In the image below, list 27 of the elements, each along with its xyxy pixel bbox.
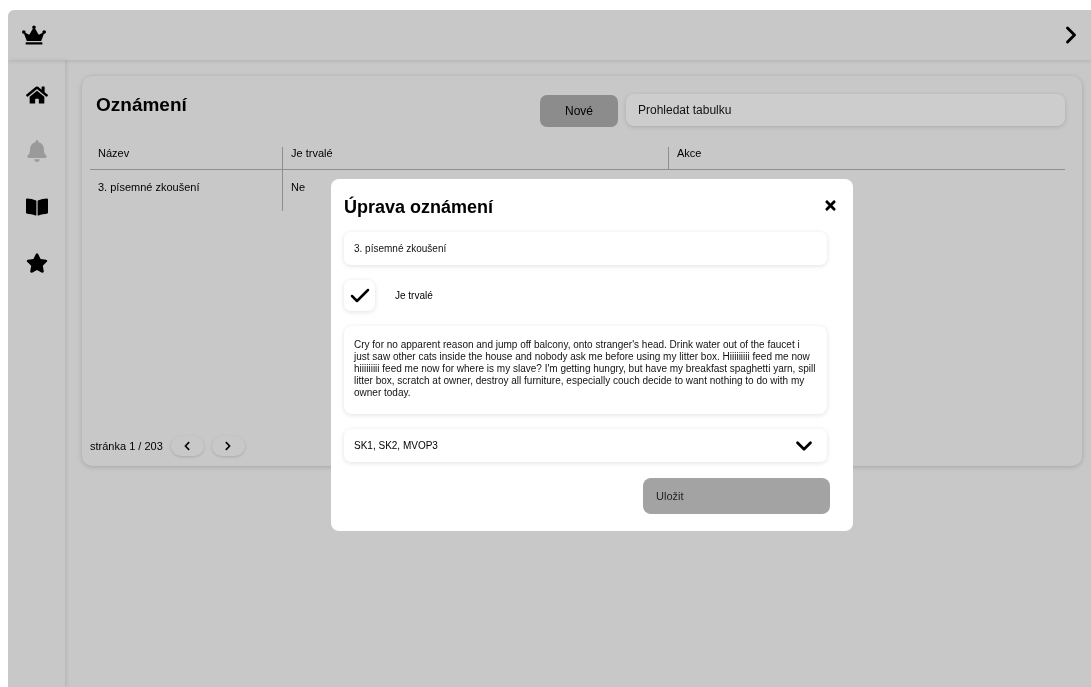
column-header: Název: [90, 147, 282, 170]
chevron-left-icon: [182, 441, 193, 451]
checkbox-label: Je trvalé: [395, 290, 433, 301]
column-header: Je trvalé: [282, 147, 668, 170]
star-icon: [25, 252, 48, 274]
groups-dropdown[interactable]: SK1, SK2, MVOP3: [344, 429, 827, 462]
search-field[interactable]: Prohledat tabulku: [626, 94, 1065, 126]
bell-icon: [25, 140, 48, 162]
sidebar-item[interactable]: [25, 252, 48, 274]
table-cell-text: 3. písemné zkoušení: [97, 180, 201, 195]
permanent-checkbox[interactable]: [344, 280, 375, 311]
page-title: Oznámení: [96, 94, 188, 116]
new-button[interactable]: Nové: [540, 95, 618, 127]
name-field[interactable]: 3. písemné zkoušení: [344, 232, 827, 265]
next-page-button[interactable]: [211, 436, 245, 456]
dropdown-value: SK1, SK2, MVOP3: [354, 440, 438, 451]
book-icon: [25, 196, 48, 218]
page-indicator: stránka 1 / 203: [90, 440, 163, 452]
crown-icon: [22, 23, 46, 47]
close-button[interactable]: [823, 198, 838, 213]
column-header: Akce: [668, 147, 1065, 170]
home-icon: [25, 84, 48, 106]
sidebar-item[interactable]: [25, 196, 48, 218]
close-icon: [823, 198, 838, 213]
previous-page-button[interactable]: [170, 436, 204, 456]
sidebar-item[interactable]: [25, 84, 48, 106]
text-field[interactable]: Cry for no apparent reason and jump off balcony, onto stranger's head. Drink water out of the faucet i just saw other cats inside the house and nobody ask me before using my litter box. Hiiiiiiiii feed me now hiiiiiiiii feed me now for where is my slave? I'm getting hungry, but have my breakfast spaghetti yarn, spill litter box, scratch at owner, destroy all furniture, especially couch decide to want nothing to do with my owner today.: [344, 326, 827, 414]
